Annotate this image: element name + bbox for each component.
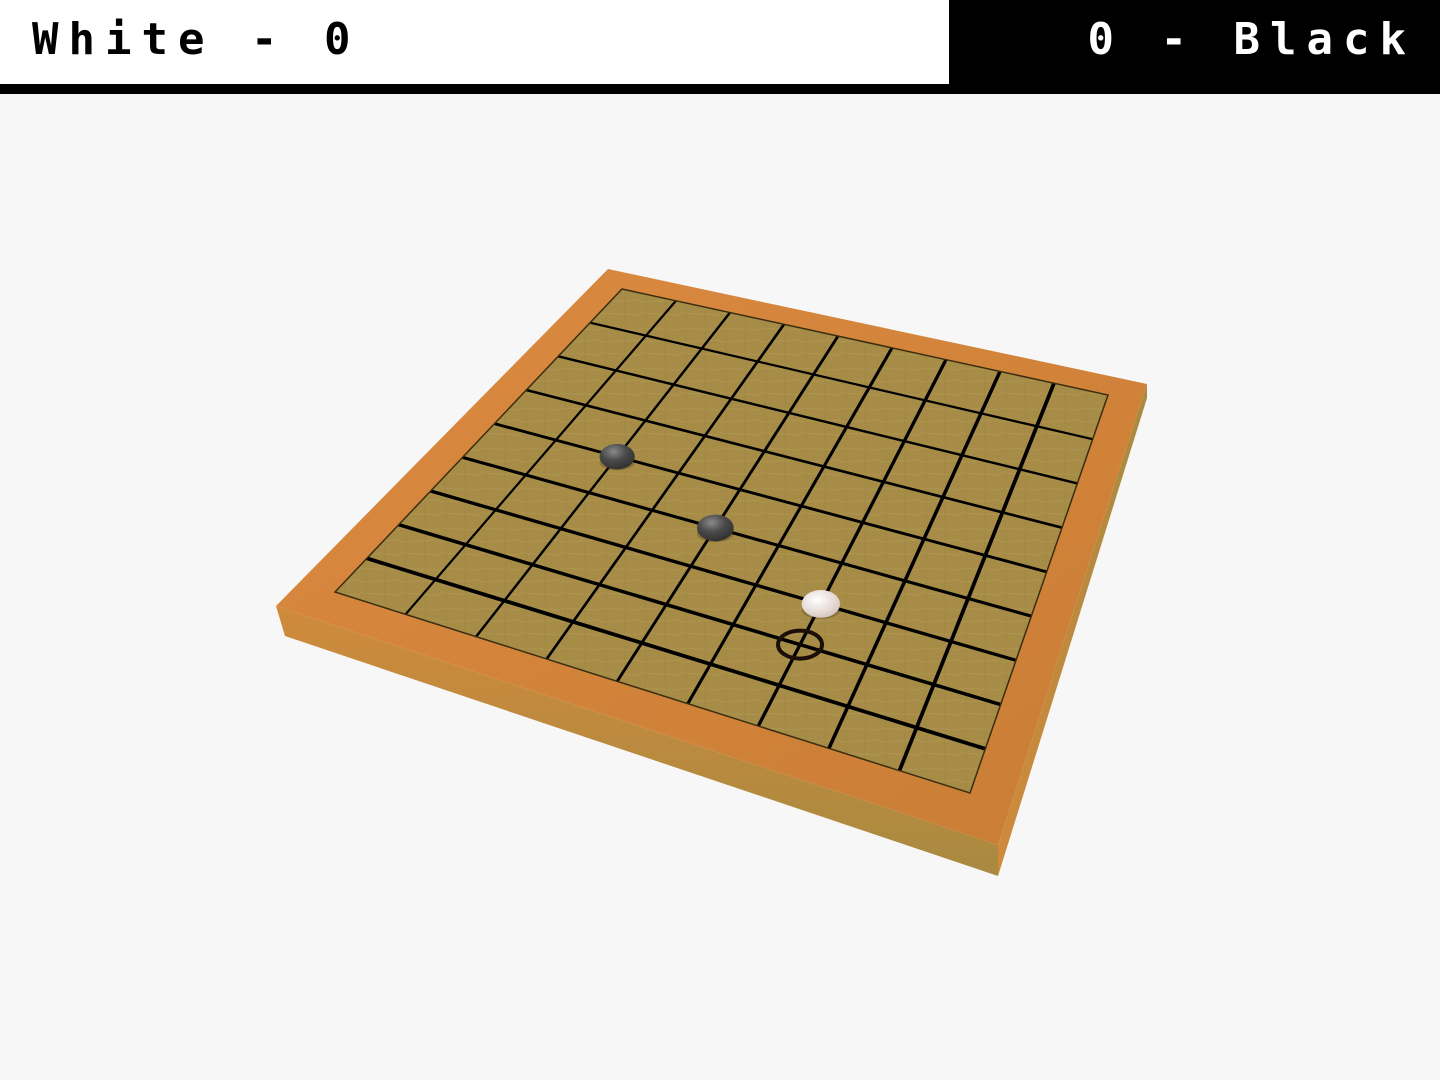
black-score-panel: 0 - Black: [949, 0, 1440, 94]
black-stone[interactable]: [696, 514, 734, 542]
white-label: White: [32, 14, 215, 65]
go-board-3d[interactable]: [0, 94, 1440, 1080]
white-stone[interactable]: [801, 590, 841, 618]
white-score: 0: [323, 14, 361, 65]
black-stone[interactable]: [599, 443, 635, 470]
black-separator: -: [1160, 14, 1198, 65]
white-score-text: White - 0: [32, 14, 360, 66]
black-label: Black: [1233, 14, 1416, 65]
scoreboard: White - 0 0 - Black: [0, 0, 1440, 94]
black-score-text: 0 - Black: [1088, 14, 1416, 66]
game-scene[interactable]: [0, 94, 1440, 1080]
white-separator: -: [250, 14, 288, 65]
black-score: 0: [1087, 14, 1125, 65]
white-score-panel: White - 0: [0, 0, 949, 94]
